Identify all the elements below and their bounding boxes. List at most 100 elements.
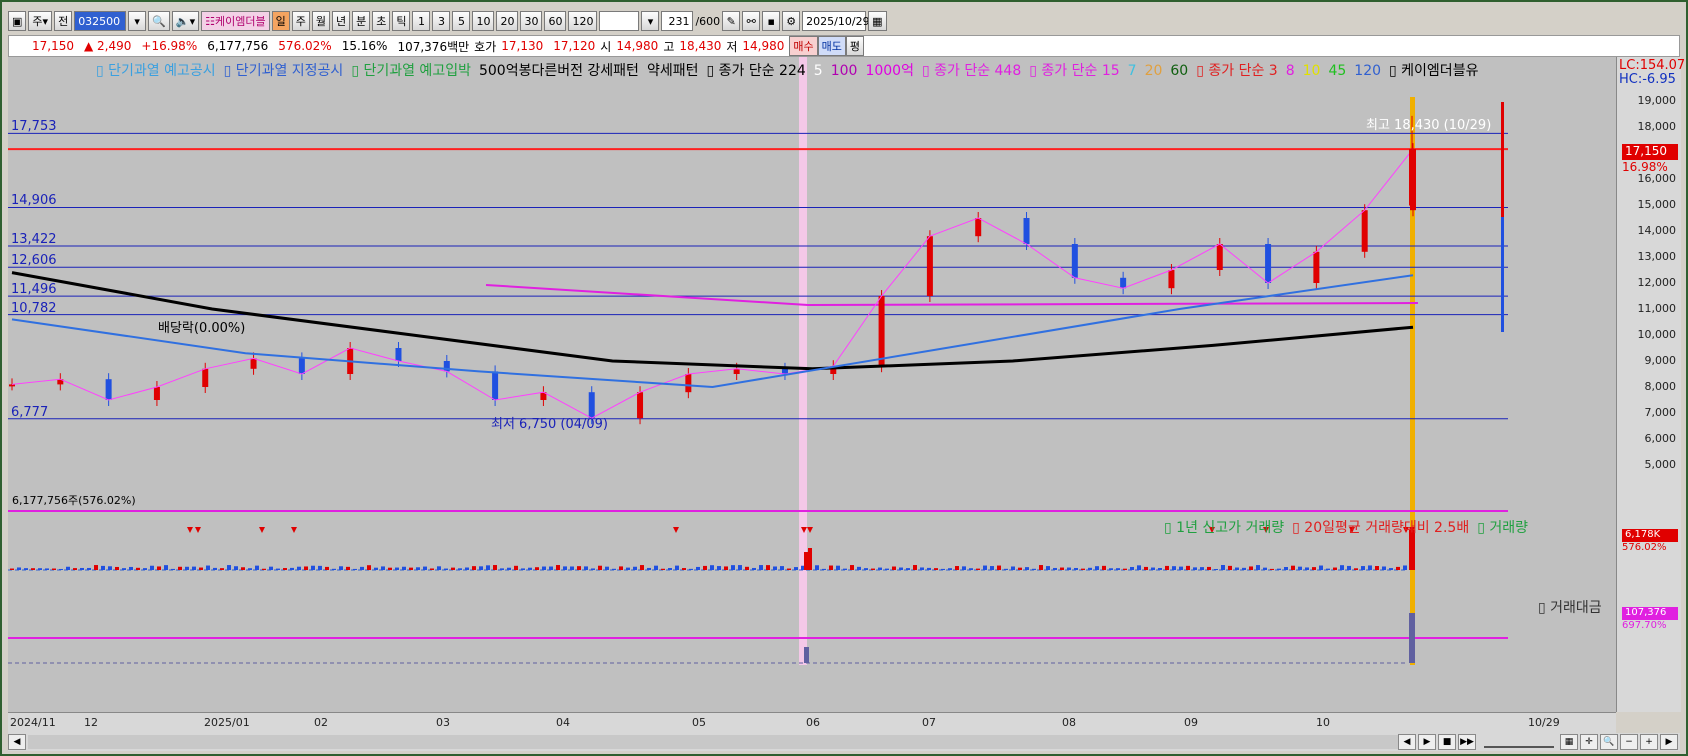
plus-icon[interactable]: + bbox=[1640, 734, 1658, 750]
type-select[interactable]: 주 ▾ bbox=[28, 11, 52, 31]
volume-bar bbox=[696, 567, 700, 570]
count-input[interactable]: 231 bbox=[661, 11, 693, 31]
candle-body bbox=[1120, 278, 1126, 288]
tab-day[interactable]: 일 bbox=[272, 11, 290, 31]
volume-bar bbox=[1067, 568, 1071, 570]
legend-item-0[interactable]: ▯ 단기과열 예고공시 bbox=[96, 63, 216, 79]
price-change: ▲ 2,490 bbox=[79, 39, 136, 53]
volume-legend-item-1[interactable]: ▯ 20일평균 거래량대비 2.5배 bbox=[1292, 520, 1469, 536]
tab-year[interactable]: 년 bbox=[332, 11, 350, 31]
volume-bar bbox=[402, 567, 406, 570]
chart-area[interactable]: ▯ 단기과열 예고공시 ▯ 단기과열 지정공시 ▯ 단기과열 예고입박 500억봉다른… bbox=[8, 57, 1680, 732]
zoom-icon[interactable]: 🔍 bbox=[1600, 734, 1618, 750]
tab-week[interactable]: 주 bbox=[292, 11, 310, 31]
volume-bar bbox=[472, 566, 476, 570]
link-icon[interactable]: ⚯ bbox=[742, 11, 760, 31]
tab-second[interactable]: 초 bbox=[372, 11, 390, 31]
candle-body bbox=[1168, 270, 1174, 288]
date-input[interactable]: 2025/10/29 bbox=[802, 11, 866, 31]
level-label-1: 17,753 bbox=[11, 119, 57, 134]
volume-bar bbox=[31, 568, 35, 570]
volume-bar bbox=[780, 566, 784, 570]
price-plot[interactable]: ▯ 단기과열 예고공시 ▯ 단기과열 지정공시 ▯ 단기과열 예고입박 500억봉다른… bbox=[8, 57, 1616, 712]
menu-icon[interactable]: ▣ bbox=[8, 11, 26, 31]
calendar-icon[interactable]: ▦ bbox=[868, 11, 886, 31]
volume-legend-item-2[interactable]: ▯ 거래량 bbox=[1477, 520, 1528, 536]
scroll-right-icon[interactable]: ▶ bbox=[1660, 734, 1678, 750]
stock-name-button[interactable]: ☷ 케이엠더블 bbox=[201, 11, 269, 31]
legend-item-4[interactable]: 약세패턴 bbox=[647, 63, 699, 79]
legend-item-15[interactable]: 8 bbox=[1286, 63, 1295, 79]
minute-5[interactable]: 5 bbox=[452, 11, 470, 31]
eval-button[interactable]: 평 bbox=[846, 36, 864, 56]
minute-10[interactable]: 10 bbox=[472, 11, 494, 31]
minute-60[interactable]: 60 bbox=[544, 11, 566, 31]
volume-badge: 6,178K bbox=[1622, 529, 1678, 542]
legend-item-18[interactable]: 120 bbox=[1354, 63, 1381, 79]
minute-30[interactable]: 30 bbox=[520, 11, 542, 31]
volume-bar bbox=[304, 566, 308, 570]
signal-arrow bbox=[259, 527, 265, 533]
volume-bar bbox=[927, 568, 931, 570]
price-tick: 8,000 bbox=[1645, 380, 1677, 393]
candle-body bbox=[106, 379, 112, 400]
search-icon[interactable]: 🔍 bbox=[148, 11, 170, 31]
tab-month[interactable]: 월 bbox=[312, 11, 330, 31]
gear-icon[interactable]: ⚙ bbox=[782, 11, 800, 31]
code-dropdown-icon[interactable]: ▾ bbox=[128, 11, 146, 31]
minute-20[interactable]: 20 bbox=[496, 11, 518, 31]
legend-item-7[interactable]: 100 bbox=[831, 63, 858, 79]
minute-3[interactable]: 3 bbox=[432, 11, 450, 31]
play-icon[interactable]: ▶ bbox=[1418, 734, 1436, 750]
custom-interval-input[interactable] bbox=[599, 11, 639, 31]
volume-bar bbox=[185, 567, 189, 570]
save-icon[interactable]: ▪ bbox=[762, 11, 780, 31]
scroll-left-icon[interactable]: ◀ bbox=[8, 734, 26, 750]
candle-body bbox=[1217, 244, 1223, 270]
tab-tick[interactable]: 틱 bbox=[392, 11, 410, 31]
price-tick: 14,000 bbox=[1638, 224, 1677, 237]
volume-bar bbox=[423, 567, 427, 570]
legend-item-1[interactable]: ▯ 단기과열 지정공시 bbox=[224, 63, 344, 79]
minute-1[interactable]: 1 bbox=[412, 11, 430, 31]
legend-item-10[interactable]: ▯ 종가 단순 15 bbox=[1029, 63, 1119, 79]
legend-item-16[interactable]: 10 bbox=[1303, 63, 1321, 79]
minute-120[interactable]: 120 bbox=[568, 11, 597, 31]
scroll-track[interactable] bbox=[28, 735, 1398, 749]
zoom-slider[interactable] bbox=[1484, 736, 1554, 748]
volume-legend-item-0[interactable]: ▯ 1년 신고가 거래량 bbox=[1164, 520, 1284, 536]
sound-icon[interactable]: 🔈▾ bbox=[172, 11, 199, 31]
layout-icon[interactable]: ▦ bbox=[1560, 734, 1578, 750]
candle-body bbox=[251, 358, 257, 368]
sell-button[interactable]: 매도 bbox=[818, 36, 846, 56]
volume-bar bbox=[374, 568, 378, 570]
legend-item-17[interactable]: 45 bbox=[1328, 63, 1346, 79]
legend-item-3[interactable]: 500억봉다른버전 강세패턴 bbox=[479, 63, 639, 79]
legend-item-12[interactable]: 20 bbox=[1145, 63, 1163, 79]
chart-scrollbar[interactable]: ◀ ◀ ▶ ■ ▶▶ ▦ ✛ 🔍 − + ▶ bbox=[8, 733, 1680, 751]
legend-item-2[interactable]: ▯ 단기과열 예고입박 bbox=[351, 63, 471, 79]
stop-icon[interactable]: ■ bbox=[1438, 734, 1456, 750]
volume-bar bbox=[416, 567, 420, 570]
code-input[interactable]: 032500 bbox=[74, 11, 126, 31]
fast-forward-icon[interactable]: ▶▶ bbox=[1458, 734, 1476, 750]
interval-dropdown-icon[interactable]: ▾ bbox=[641, 11, 659, 31]
legend-item-13[interactable]: 60 bbox=[1170, 63, 1188, 79]
buy-button[interactable]: 매수 bbox=[789, 36, 817, 56]
crosshair-icon[interactable]: ✛ bbox=[1580, 734, 1598, 750]
prev-button[interactable]: 전 bbox=[54, 11, 72, 31]
legend-item-9[interactable]: ▯ 종가 단순 448 bbox=[922, 63, 1021, 79]
volume-bar bbox=[115, 567, 119, 570]
legend-item-11[interactable]: 7 bbox=[1128, 63, 1137, 79]
indicator-icon[interactable]: ✎ bbox=[722, 11, 740, 31]
legend-item-19[interactable]: ▯ 케이엠더블유 bbox=[1389, 63, 1478, 79]
legend-item-6[interactable]: 5 bbox=[814, 63, 823, 79]
volume-bar bbox=[969, 568, 973, 570]
legend-item-5[interactable]: ▯ 종가 단순 224 bbox=[706, 63, 805, 79]
tab-minute[interactable]: 분 bbox=[352, 11, 370, 31]
minus-icon[interactable]: − bbox=[1620, 734, 1638, 750]
legend-item-14[interactable]: ▯ 종가 단순 3 bbox=[1196, 63, 1277, 79]
legend-item-8[interactable]: 1000억 bbox=[865, 63, 914, 79]
step-left-icon[interactable]: ◀ bbox=[1398, 734, 1416, 750]
volume-bar bbox=[192, 567, 196, 570]
